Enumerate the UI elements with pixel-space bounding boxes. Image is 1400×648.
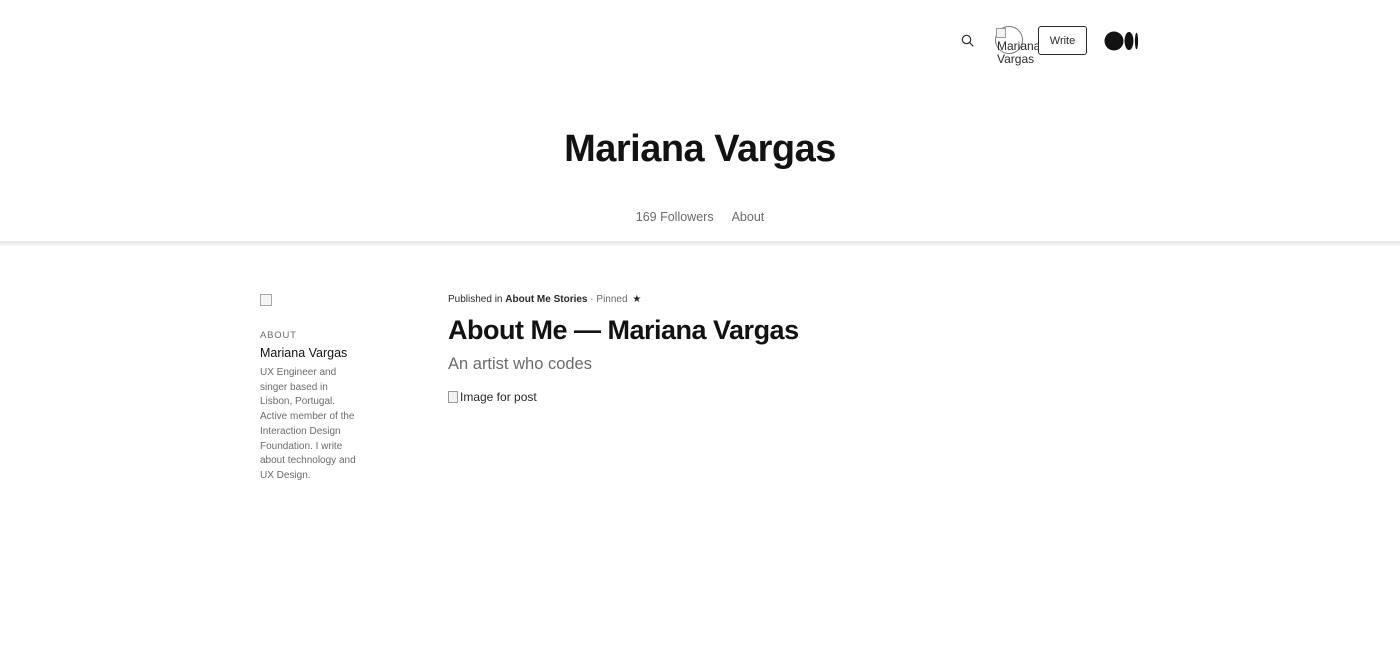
post-subtitle[interactable]: An artist who codes xyxy=(448,355,592,374)
post-meta: Published in About Me Stories · Pinned ★ xyxy=(448,294,641,305)
avatar-alt-text: Mariana Vargas xyxy=(997,39,1041,66)
post-title[interactable]: About Me — Mariana Vargas xyxy=(448,315,799,346)
profile-name: Mariana Vargas xyxy=(564,128,836,170)
sidebar-author-name[interactable]: Mariana Vargas xyxy=(260,346,347,360)
medium-logo[interactable] xyxy=(1104,31,1140,51)
meta-separator: · xyxy=(590,294,594,305)
publication-link[interactable]: About Me Stories xyxy=(505,294,587,305)
star-icon: ★ xyxy=(632,294,642,305)
tab-about[interactable]: About xyxy=(732,210,765,224)
search-icon xyxy=(961,34,974,47)
pinned-label: Pinned xyxy=(596,294,628,305)
header-divider xyxy=(0,241,1400,246)
published-in-label: Published in xyxy=(448,294,503,305)
broken-image-icon xyxy=(996,28,1006,38)
write-button[interactable]: Write xyxy=(1038,26,1087,55)
post-image-alt-text: Image for post xyxy=(460,390,537,404)
profile-tabs: 169 Followers About xyxy=(0,210,1400,224)
followers-link[interactable]: 169 Followers xyxy=(636,210,714,224)
search-button[interactable] xyxy=(958,30,978,50)
top-nav: Mariana Vargas Write xyxy=(0,0,1400,80)
medium-logo-icon xyxy=(1104,31,1139,51)
sidebar-heading: ABOUT xyxy=(260,330,297,341)
broken-image-icon xyxy=(448,391,458,403)
post-image[interactable]: Image for post xyxy=(448,390,537,404)
sidebar-bio: UX Engineer and singer based in Lisbon, … xyxy=(260,367,356,481)
avatar[interactable]: Mariana Vargas xyxy=(995,26,1040,68)
sidebar-broken-image-icon xyxy=(260,294,272,306)
